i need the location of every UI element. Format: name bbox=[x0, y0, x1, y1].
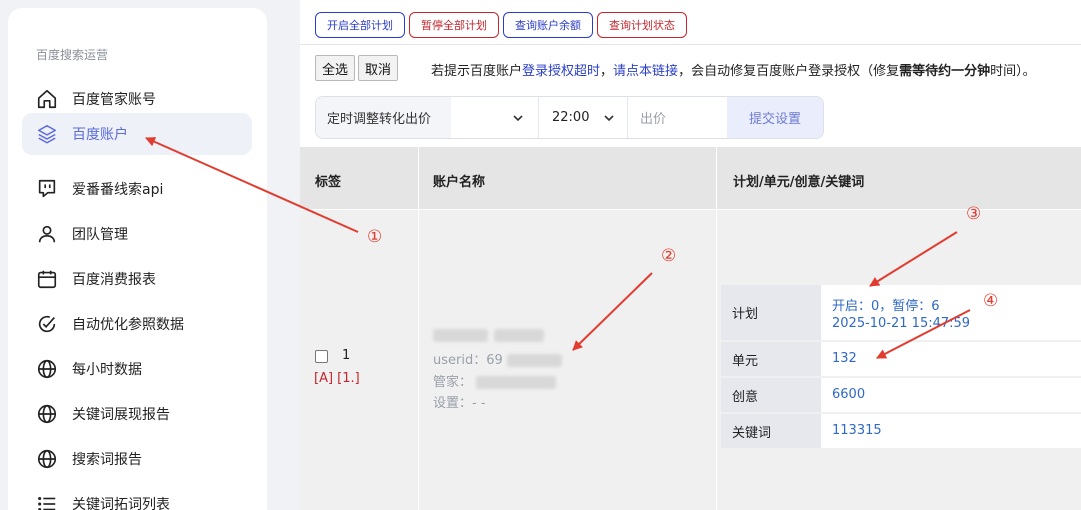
sidebar-item-label: 关键词拓词列表 bbox=[72, 497, 170, 510]
sidebar-item-label: 自动优化参照数据 bbox=[72, 317, 184, 333]
cancel-selection-button[interactable]: 取消 bbox=[358, 55, 399, 81]
start-all-plans-button[interactable]: 开启全部计划 bbox=[315, 12, 405, 38]
notice-text: 时间）。 bbox=[990, 64, 1036, 79]
account-userid: userid：69 bbox=[433, 349, 562, 368]
login-timeout-link[interactable]: 登录授权超时 bbox=[522, 64, 600, 79]
bid-type-select[interactable] bbox=[451, 97, 539, 138]
header-tag: 标签 bbox=[315, 175, 342, 190]
notice-text: ， bbox=[600, 64, 614, 79]
time-select-value: 22:00 bbox=[552, 110, 590, 125]
divider bbox=[300, 44, 1081, 45]
sidebar-item-team-management[interactable]: 团队管理 bbox=[22, 213, 252, 255]
chat-icon bbox=[36, 178, 58, 200]
auth-notice: 若提示百度账户登录授权超时，请点本链接，会自动修复百度账户登录授权（修复需等待约… bbox=[431, 60, 1036, 79]
account-manager: 管家： bbox=[433, 371, 557, 390]
annotation-marker-1: ① bbox=[367, 227, 383, 247]
account-name-redacted bbox=[433, 328, 545, 343]
query-balance-button[interactable]: 查询账户余额 bbox=[503, 12, 593, 38]
header-plan-unit-creative-keyword: 计划/单元/创意/关键词 bbox=[733, 175, 865, 190]
notice-text: ，会自动修复百度账户登录授权（修复 bbox=[678, 64, 900, 79]
plan-update-time: 2025-10-21 15:47:59 bbox=[832, 316, 971, 331]
sidebar-item-label: 百度管家账号 bbox=[72, 92, 156, 108]
stats-subtable: 计划 开启：0，暂停：6 2025-10-21 15:47:59 单元 132 … bbox=[721, 285, 1081, 451]
user-icon bbox=[36, 223, 58, 245]
redacted-text bbox=[476, 376, 557, 389]
select-all-button[interactable]: 全选 bbox=[315, 55, 356, 81]
globe-icon bbox=[36, 448, 58, 470]
sidebar-item-baidu-accounts[interactable]: 百度账户 bbox=[22, 113, 252, 155]
manager-label: 管家： bbox=[433, 375, 473, 390]
calendar-icon bbox=[36, 268, 58, 290]
sidebar-item-keyword-expansion-list[interactable]: 关键词拓词列表 bbox=[22, 483, 252, 510]
sidebar-item-auto-optimize-reference[interactable]: 自动优化参照数据 bbox=[22, 303, 252, 345]
globe-icon bbox=[36, 358, 58, 380]
sidebar-item-consumption-report[interactable]: 百度消费报表 bbox=[22, 258, 252, 300]
row-tags: [A] [1.] bbox=[314, 371, 360, 386]
stats-label: 关键词 bbox=[721, 414, 821, 448]
globe-icon bbox=[36, 403, 58, 425]
stats-label: 计划 bbox=[721, 285, 821, 340]
repair-auth-link[interactable]: 请点本链接 bbox=[613, 64, 678, 79]
notice-bold-text: 需等待约一分钟 bbox=[899, 64, 991, 79]
pause-all-plans-button[interactable]: 暂停全部计划 bbox=[409, 12, 499, 38]
userid-value: 69 bbox=[486, 353, 503, 368]
redacted-text bbox=[433, 329, 488, 342]
header-account-name: 账户名称 bbox=[433, 175, 486, 190]
stats-row-unit: 单元 132 bbox=[721, 342, 1081, 376]
sidebar: 百度搜索运营 百度管家账号 百度账户 爱番番线索api 团队管理 百度消费报表 bbox=[8, 8, 267, 510]
sidebar-item-aifanfan-leads-api[interactable]: 爱番番线索api bbox=[22, 168, 252, 210]
sidebar-item-label: 百度消费报表 bbox=[72, 272, 156, 288]
notice-text: 若提示百度账户 bbox=[431, 64, 523, 79]
annotation-marker-3: ③ bbox=[966, 204, 982, 224]
redacted-text bbox=[506, 354, 562, 367]
settings-label: 设置： bbox=[433, 396, 473, 411]
check-circle-icon bbox=[36, 313, 58, 335]
stats-row-plan: 计划 开启：0，暂停：6 2025-10-21 15:47:59 bbox=[721, 285, 1081, 340]
query-plan-status-button[interactable]: 查询计划状态 bbox=[597, 12, 687, 38]
scheduled-bid-label: 定时调整转化出价 bbox=[316, 97, 451, 138]
stats-label: 创意 bbox=[721, 378, 821, 412]
annotation-marker-2: ② bbox=[661, 246, 677, 266]
bid-input[interactable]: 出价 bbox=[628, 97, 727, 138]
sidebar-section-title: 百度搜索运营 bbox=[36, 48, 109, 62]
time-select[interactable]: 22:00 bbox=[539, 97, 628, 138]
column-divider bbox=[418, 147, 419, 510]
list-icon bbox=[36, 493, 58, 510]
selection-toolbar: 全选 取消 bbox=[315, 55, 399, 81]
row-index: 1 bbox=[342, 348, 351, 363]
header-divider bbox=[300, 209, 1081, 210]
userid-label: userid： bbox=[433, 353, 487, 368]
sidebar-item-hourly-data[interactable]: 每小时数据 bbox=[22, 348, 252, 390]
sidebar-item-label: 每小时数据 bbox=[72, 362, 142, 378]
column-divider bbox=[716, 147, 717, 510]
sidebar-item-search-term-report[interactable]: 搜索词报告 bbox=[22, 438, 252, 480]
redacted-text bbox=[494, 329, 545, 342]
sidebar-item-label: 百度账户 bbox=[72, 127, 128, 143]
accounts-table: 标签 账户名称 计划/单元/创意/关键词 1 [A] [1.] userid：6… bbox=[300, 147, 1081, 510]
chevron-down-icon bbox=[604, 114, 614, 121]
scheduled-bid-form: 定时调整转化出价 22:00 出价 提交设置 bbox=[315, 96, 824, 139]
stats-label: 单元 bbox=[721, 342, 821, 376]
sidebar-item-keyword-impression-report[interactable]: 关键词展现报告 bbox=[22, 393, 252, 435]
layers-icon bbox=[36, 123, 58, 145]
plan-action-toolbar: 开启全部计划 暂停全部计划 查询账户余额 查询计划状态 bbox=[315, 12, 687, 38]
main-panel: 开启全部计划 暂停全部计划 查询账户余额 查询计划状态 全选 取消 若提示百度账… bbox=[300, 0, 1081, 510]
row-checkbox[interactable] bbox=[315, 350, 328, 363]
plan-status-link[interactable]: 开启：0，暂停：6 bbox=[832, 295, 940, 314]
sidebar-item-label: 团队管理 bbox=[72, 227, 128, 243]
keyword-count-link[interactable]: 113315 bbox=[832, 423, 882, 438]
home-icon bbox=[36, 88, 58, 110]
account-settings: 设置：- - bbox=[433, 392, 486, 411]
chevron-down-icon bbox=[513, 114, 523, 121]
unit-count-link[interactable]: 132 bbox=[832, 351, 857, 366]
stats-row-keyword: 关键词 113315 bbox=[721, 414, 1081, 448]
settings-value: - - bbox=[472, 396, 486, 411]
creative-count-link[interactable]: 6600 bbox=[832, 387, 865, 402]
annotation-marker-4: ④ bbox=[983, 291, 999, 311]
submit-settings-button[interactable]: 提交设置 bbox=[727, 97, 823, 138]
sidebar-item-label: 搜索词报告 bbox=[72, 452, 142, 468]
sidebar-item-label: 爱番番线索api bbox=[72, 182, 164, 198]
stats-row-creative: 创意 6600 bbox=[721, 378, 1081, 412]
sidebar-item-label: 关键词展现报告 bbox=[72, 407, 170, 423]
